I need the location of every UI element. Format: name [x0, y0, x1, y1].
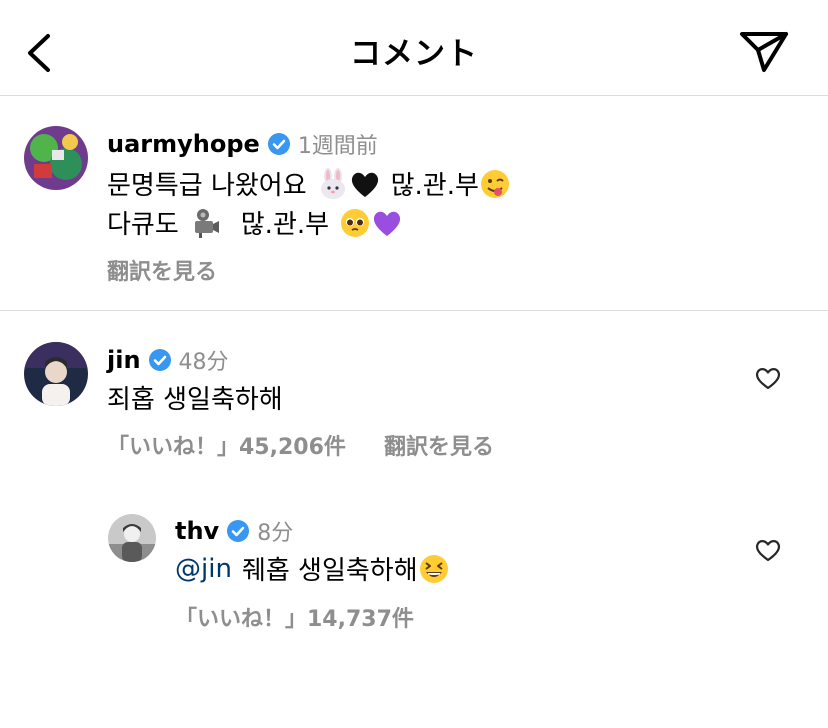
likes-count[interactable]: 「いいね！」14,737件 [175, 601, 414, 633]
username[interactable]: thv [175, 517, 219, 545]
movie-camera-icon [189, 207, 221, 239]
comment-header: thv 8分 [175, 515, 293, 547]
heart-outline-icon [756, 540, 780, 562]
winking-tongue-face-icon [479, 168, 511, 200]
black-heart-icon [349, 168, 381, 200]
purple-heart-icon [371, 207, 403, 239]
paper-plane-icon [740, 32, 788, 72]
avatar[interactable] [24, 342, 88, 406]
pleading-face-icon [339, 207, 371, 239]
caption-text: 문명특급 나왔어요 [107, 171, 307, 201]
mention-link[interactable]: @jin [175, 554, 232, 584]
verified-badge-icon [227, 520, 250, 542]
caption-section: uarmyhope 1週間前 문명특급 나왔어요 많.관.부 다큐도 많.관.부 [0, 97, 828, 311]
comment-text: 줴홉 생일축하해 [241, 556, 418, 586]
share-button[interactable] [738, 26, 792, 76]
translate-link[interactable]: 翻訳を見る [384, 429, 494, 461]
comment-text-line: @jin 줴홉 생일축하해 [175, 550, 450, 587]
timestamp: 8分 [257, 521, 294, 546]
caption-text-2: 다큐도 [107, 210, 179, 240]
caption-line-1: 문명특급 나왔어요 많.관.부 [107, 165, 511, 202]
caption-header: uarmyhope 1週間前 [107, 128, 378, 160]
username[interactable]: jin [107, 346, 141, 374]
like-button[interactable] [755, 366, 781, 390]
rabbit-face-icon [317, 167, 349, 200]
timestamp: 1週間前 [297, 134, 378, 159]
like-button[interactable] [755, 538, 781, 562]
likes-count[interactable]: 「いいね！」45,206件 [107, 429, 346, 461]
page-title: コメント [350, 36, 478, 72]
heart-outline-icon [756, 368, 780, 390]
verified-badge-icon [148, 349, 171, 371]
caption-tail: 많.관.부 [390, 171, 479, 201]
timestamp: 48分 [178, 350, 229, 375]
avatar[interactable] [24, 126, 88, 190]
avatar[interactable] [108, 514, 156, 562]
translate-link[interactable]: 翻訳を見る [107, 254, 217, 286]
caption-line-2: 다큐도 많.관.부 [107, 204, 403, 241]
comment-header: jin 48分 [107, 344, 229, 376]
comment-text: 죄홉 생일축하해 [107, 385, 283, 415]
username[interactable]: uarmyhope [107, 130, 260, 158]
caption-tail-2: 많.관.부 [240, 210, 330, 240]
verified-badge-icon [267, 133, 290, 155]
grinning-squinting-face-icon [418, 553, 450, 585]
header-bar: コメント [0, 0, 828, 96]
